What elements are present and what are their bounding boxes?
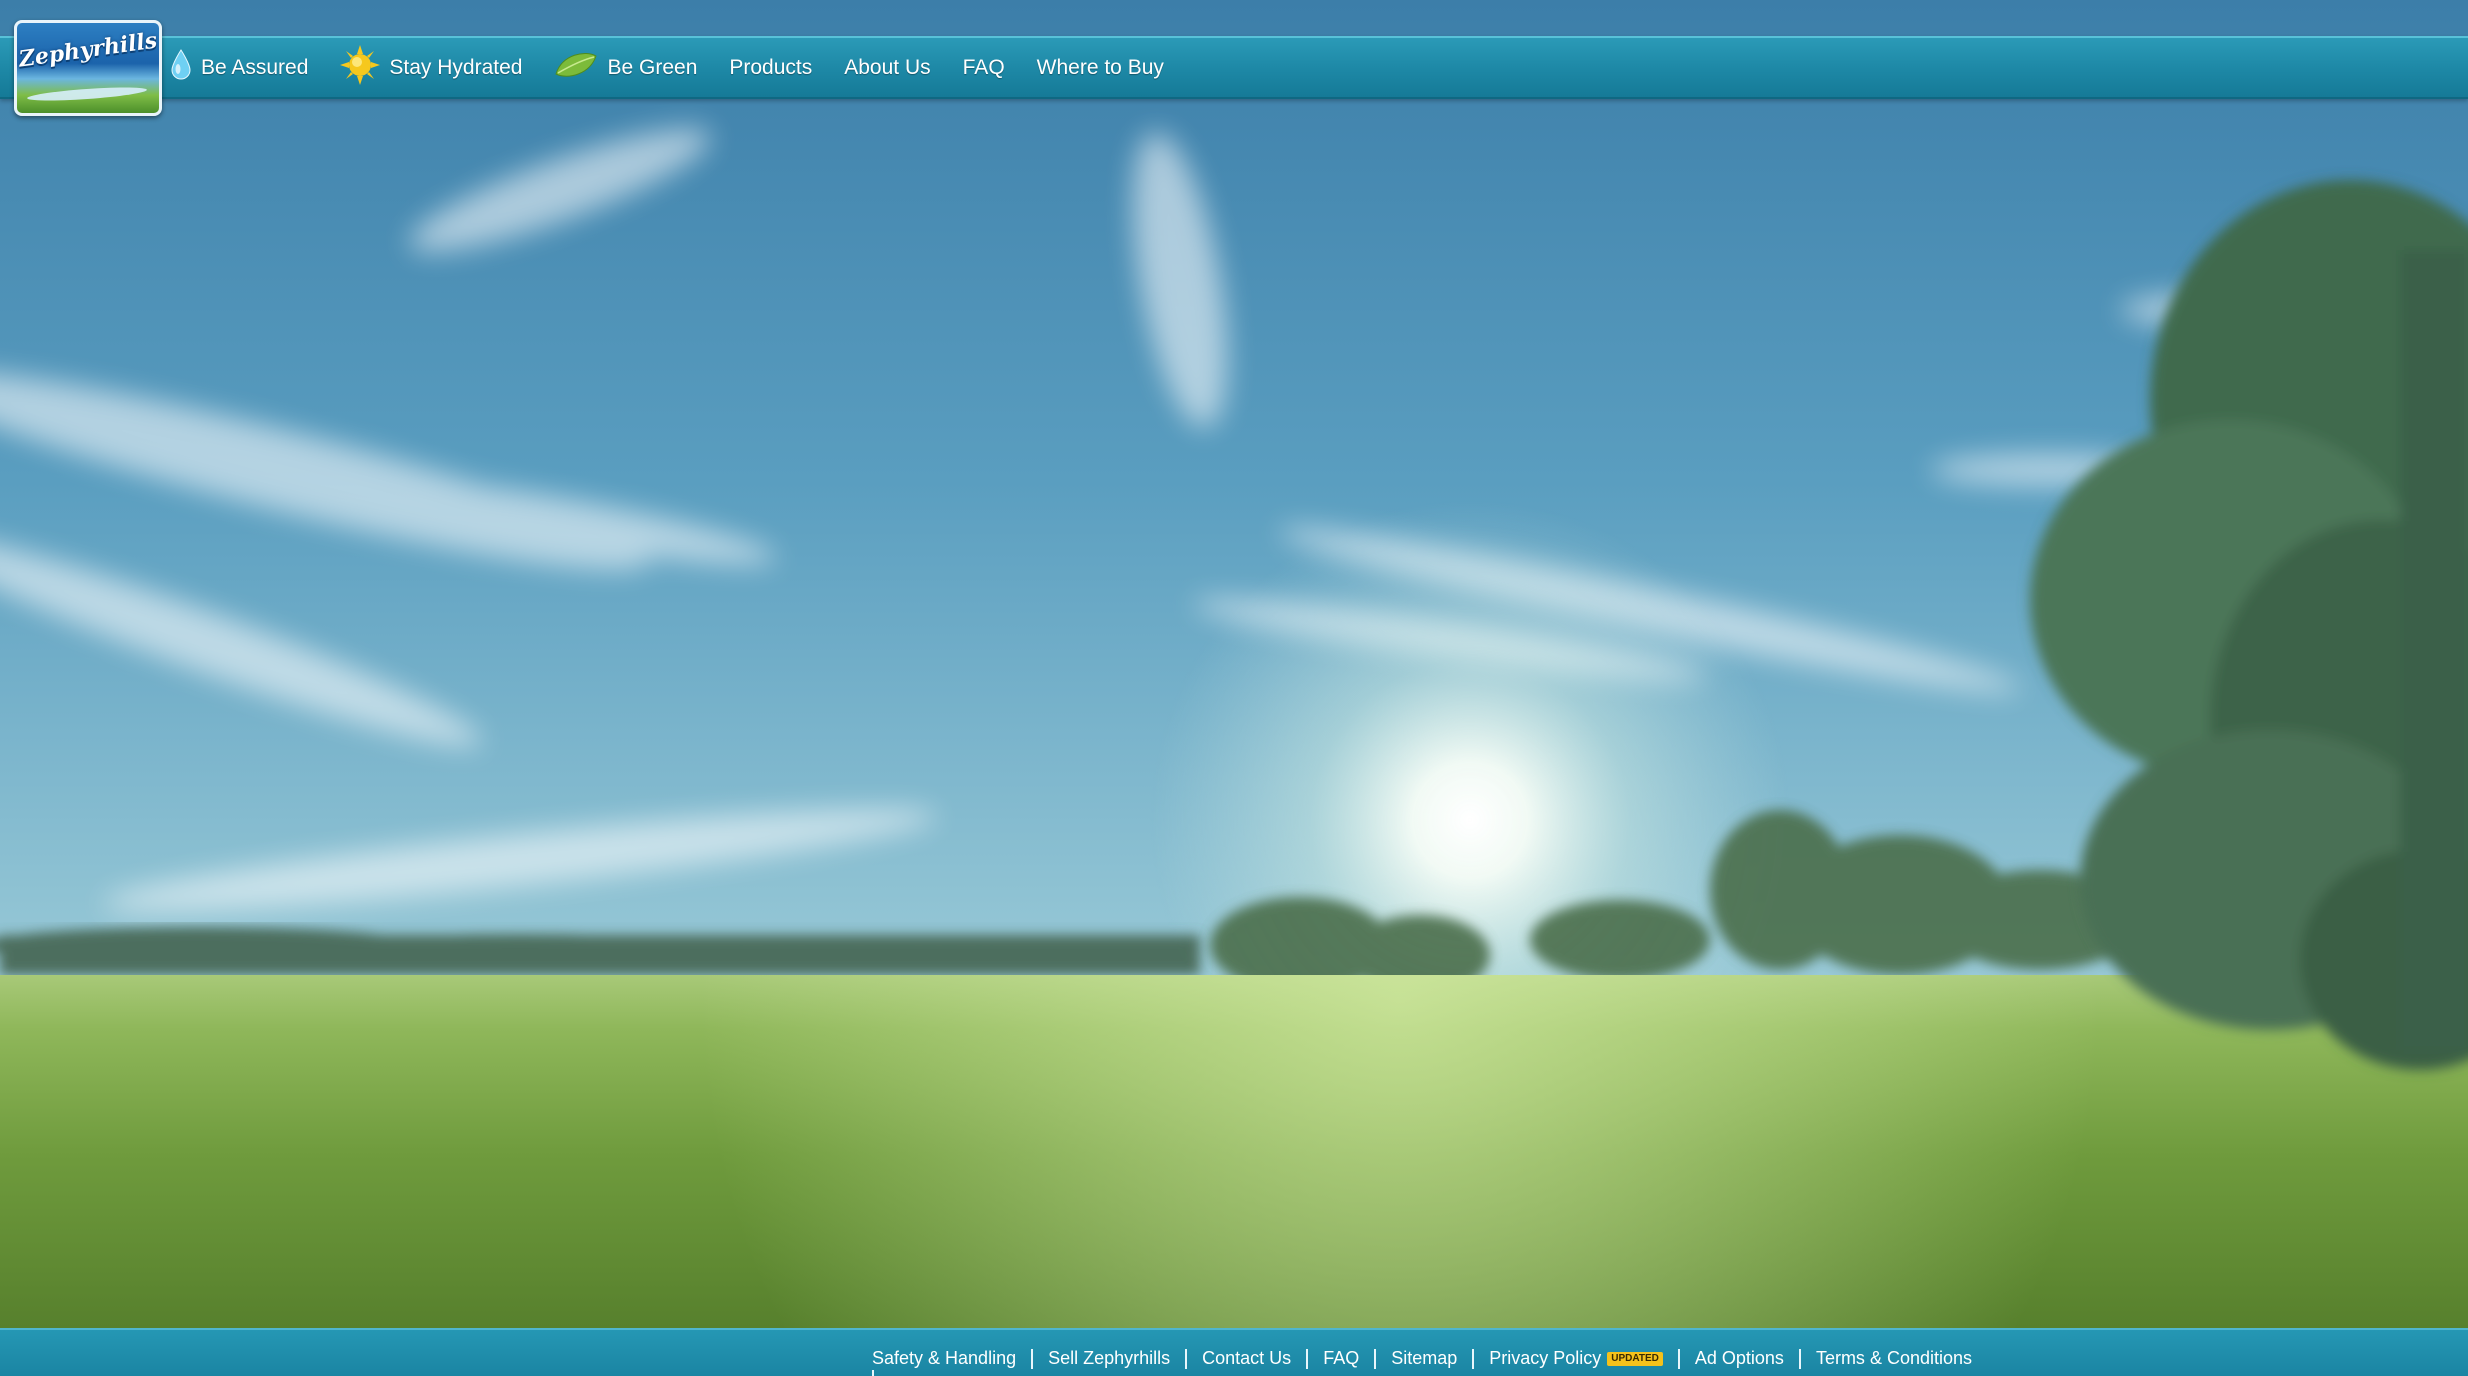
nav-stay-hydrated-label: Stay Hydrated bbox=[389, 55, 523, 79]
zephyrhills-logo[interactable]: Zephyrhills bbox=[14, 20, 162, 116]
footer-links: Safety & Handling Sell Zephyrhills Conta… bbox=[872, 1348, 1972, 1369]
water-drop-icon bbox=[170, 48, 192, 87]
nav-faq[interactable]: FAQ bbox=[963, 56, 1005, 80]
nav-about-us-label: About Us bbox=[844, 55, 931, 79]
footer-link-privacy-policy[interactable]: Privacy Policy UPDATED bbox=[1489, 1348, 1663, 1369]
footer-link-contact-us[interactable]: Contact Us bbox=[1202, 1348, 1291, 1369]
logo-text: Zephyrhills bbox=[17, 27, 159, 73]
logo-river-graphic bbox=[26, 84, 148, 104]
footer-divider bbox=[1306, 1348, 1309, 1369]
nav-about-us[interactable]: About Us bbox=[844, 56, 930, 80]
nav-be-green[interactable]: Be Green bbox=[554, 50, 697, 86]
sun-icon bbox=[340, 44, 381, 91]
footer-divider bbox=[1472, 1348, 1475, 1369]
nav-where-to-buy-label: Where to Buy bbox=[1036, 55, 1164, 79]
footer-link-safety-handling[interactable]: Safety & Handling bbox=[872, 1348, 1016, 1369]
nav-products-label: Products bbox=[729, 55, 813, 79]
footer-link-sell-zephyrhills[interactable]: Sell Zephyrhills bbox=[1048, 1348, 1170, 1369]
footer-link-terms-conditions[interactable]: Terms & Conditions bbox=[1816, 1348, 1972, 1369]
nav-products[interactable]: Products bbox=[729, 56, 812, 80]
footer-link-sitemap[interactable]: Sitemap bbox=[1391, 1348, 1457, 1369]
footer-second-row-divider bbox=[872, 1370, 874, 1376]
footer-divider bbox=[1185, 1348, 1188, 1369]
nav-be-assured-label: Be Assured bbox=[201, 55, 309, 79]
main-nav: Be Assured Stay Hydrated Be Green Produc… bbox=[170, 38, 1196, 97]
hero-landscape-image bbox=[0, 0, 2468, 1376]
top-navigation-bar: Be Assured Stay Hydrated Be Green Produc… bbox=[0, 36, 2468, 99]
footer-link-ad-options[interactable]: Ad Options bbox=[1695, 1348, 1784, 1369]
nav-where-to-buy[interactable]: Where to Buy bbox=[1037, 56, 1164, 80]
footer-divider bbox=[1374, 1348, 1377, 1369]
nav-faq-label: FAQ bbox=[962, 55, 1005, 79]
updated-badge: UPDATED bbox=[1607, 1351, 1663, 1366]
privacy-policy-label: Privacy Policy bbox=[1489, 1348, 1602, 1368]
footer-link-faq[interactable]: FAQ bbox=[1323, 1348, 1359, 1369]
nav-stay-hydrated[interactable]: Stay Hydrated bbox=[340, 44, 523, 91]
nav-be-assured[interactable]: Be Assured bbox=[170, 48, 309, 87]
footer-divider bbox=[1031, 1348, 1034, 1369]
footer-divider bbox=[1798, 1348, 1801, 1369]
footer-divider bbox=[1677, 1348, 1680, 1369]
leaf-icon bbox=[554, 50, 598, 86]
footer-bar: Safety & Handling Sell Zephyrhills Conta… bbox=[0, 1328, 2468, 1376]
nav-be-green-label: Be Green bbox=[607, 55, 698, 79]
